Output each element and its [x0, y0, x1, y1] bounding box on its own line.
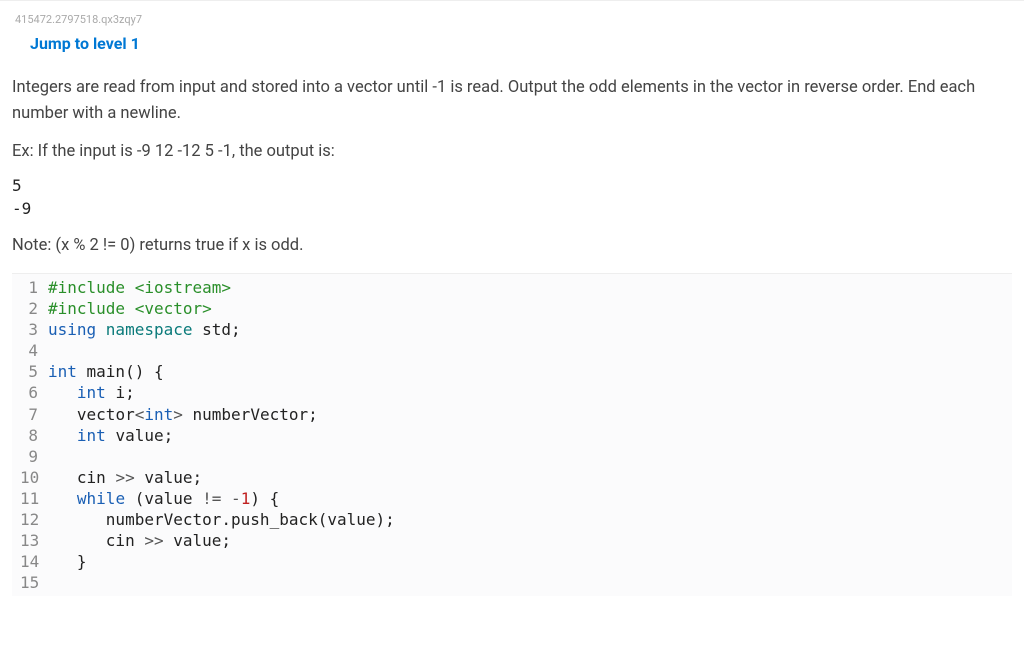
line-number: 11: [20, 488, 48, 509]
code-line[interactable]: 3using namespace std;: [20, 319, 1012, 340]
line-content[interactable]: vector<int> numberVector;: [48, 404, 318, 425]
line-number: 4: [20, 340, 48, 361]
code-line[interactable]: 9: [20, 446, 1012, 467]
line-content[interactable]: while (value != -1) {: [48, 488, 279, 509]
code-editor[interactable]: 1#include <iostream>2#include <vector>3u…: [12, 273, 1012, 596]
line-number: 12: [20, 509, 48, 530]
sample-output: 5 -9: [12, 175, 1012, 220]
line-number: 9: [20, 446, 48, 467]
line-number: 10: [20, 467, 48, 488]
line-content[interactable]: int i;: [48, 382, 135, 403]
sample-output-line: 5: [12, 175, 1012, 197]
code-line[interactable]: 1#include <iostream>: [20, 277, 1012, 298]
line-content[interactable]: }: [48, 551, 87, 572]
code-line[interactable]: 14 }: [20, 551, 1012, 572]
line-number: 7: [20, 404, 48, 425]
line-content[interactable]: [48, 340, 58, 361]
code-line[interactable]: 5int main() {: [20, 361, 1012, 382]
example-intro: Ex: If the input is -9 12 -12 5 -1, the …: [12, 142, 1012, 161]
code-line[interactable]: 10 cin >> value;: [20, 467, 1012, 488]
line-content[interactable]: #include <iostream>: [48, 277, 231, 298]
line-content[interactable]: [48, 446, 58, 467]
line-number: 2: [20, 298, 48, 319]
code-line[interactable]: 6 int i;: [20, 382, 1012, 403]
line-content[interactable]: [48, 572, 58, 593]
line-content[interactable]: int main() {: [48, 361, 164, 382]
code-line[interactable]: 4: [20, 340, 1012, 361]
line-number: 15: [20, 572, 48, 593]
code-line[interactable]: 8 int value;: [20, 425, 1012, 446]
line-content[interactable]: numberVector.push_back(value);: [48, 509, 395, 530]
line-number: 5: [20, 361, 48, 382]
line-content[interactable]: using namespace std;: [48, 319, 241, 340]
line-number: 8: [20, 425, 48, 446]
sample-output-line: -9: [12, 198, 1012, 220]
code-line[interactable]: 7 vector<int> numberVector;: [20, 404, 1012, 425]
jump-to-level-link[interactable]: Jump to level 1: [12, 34, 140, 53]
code-line[interactable]: 11 while (value != -1) {: [20, 488, 1012, 509]
line-number: 1: [20, 277, 48, 298]
line-content[interactable]: #include <vector>: [48, 298, 212, 319]
problem-container: 415472.2797518.qx3zqy7 Jump to level 1 I…: [0, 0, 1024, 608]
line-number: 13: [20, 530, 48, 551]
line-content[interactable]: cin >> value;: [48, 530, 231, 551]
question-id: 415472.2797518.qx3zqy7: [12, 13, 1012, 26]
line-content[interactable]: int value;: [48, 425, 173, 446]
line-number: 6: [20, 382, 48, 403]
code-line[interactable]: 15: [20, 572, 1012, 593]
problem-note: Note: (x % 2 != 0) returns true if x is …: [12, 236, 1012, 255]
line-number: 14: [20, 551, 48, 572]
code-line[interactable]: 12 numberVector.push_back(value);: [20, 509, 1012, 530]
code-line[interactable]: 2#include <vector>: [20, 298, 1012, 319]
code-line[interactable]: 13 cin >> value;: [20, 530, 1012, 551]
line-number: 3: [20, 319, 48, 340]
problem-description: Integers are read from input and stored …: [12, 75, 1012, 126]
line-content[interactable]: cin >> value;: [48, 467, 202, 488]
